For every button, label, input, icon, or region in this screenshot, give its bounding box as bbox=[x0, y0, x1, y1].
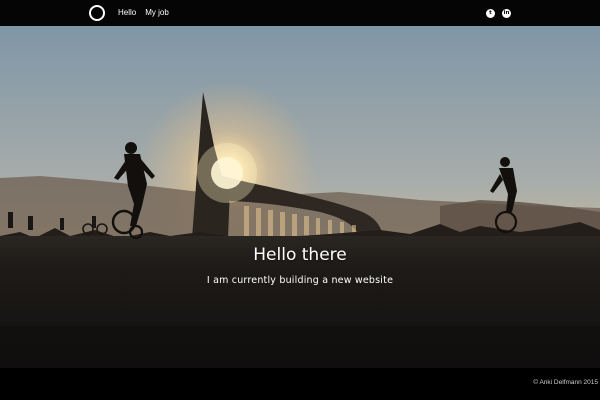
hero-subtitle: I am currently building a new website bbox=[206, 275, 394, 286]
nav-link-hello[interactable]: Hello bbox=[118, 7, 136, 19]
nav-link-my-job[interactable]: My job bbox=[145, 7, 169, 19]
twitter-icon[interactable]: t bbox=[486, 9, 495, 18]
top-navigation-bar: Hello My job t in bbox=[0, 0, 600, 26]
copyright-text: © Anki Delfmann 2015 bbox=[533, 379, 598, 386]
hero-section: Hello there I am currently building a ne… bbox=[0, 26, 600, 368]
footer: © Anki Delfmann 2015 bbox=[0, 368, 600, 400]
hero-title: Hello there bbox=[253, 245, 347, 265]
social-links: t in bbox=[486, 9, 511, 18]
hero-background-photo bbox=[0, 26, 600, 368]
circle-logo-icon[interactable] bbox=[89, 5, 105, 21]
main-nav: Hello My job bbox=[118, 7, 169, 19]
linkedin-icon[interactable]: in bbox=[502, 9, 511, 18]
